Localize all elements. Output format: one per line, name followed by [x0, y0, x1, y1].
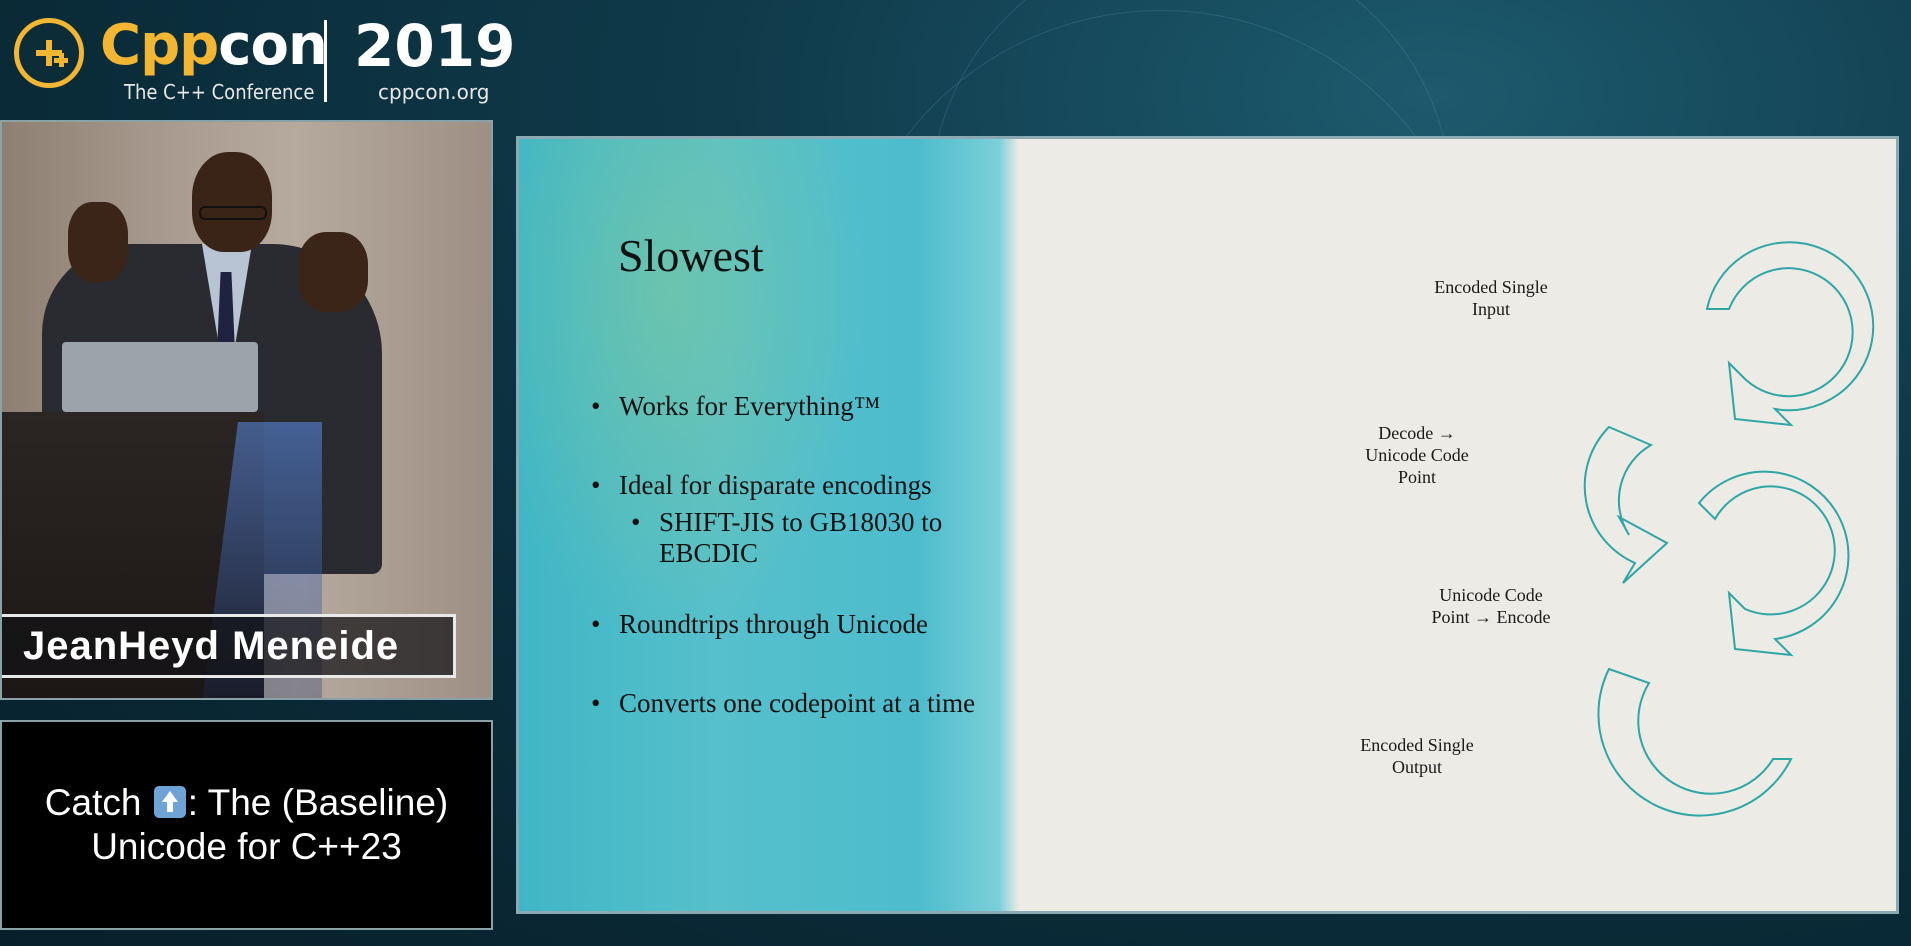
cycle-arrow-2 [1583, 425, 1669, 584]
cppcon-logo-icon [14, 18, 84, 88]
up-arrow-icon [153, 786, 186, 818]
cycle-arrow-3 [1697, 470, 1850, 657]
brand-con: con [218, 13, 328, 78]
brand-name: Cppcon [100, 13, 328, 78]
step-label-4: Encoded Single Output [1360, 735, 1473, 777]
talk-title: Catch : The (Baseline) Unicode for C++23 [0, 720, 493, 930]
step-label-3: Unicode Code Point → Encode [1432, 585, 1551, 627]
cycle-arrow-4 [1597, 667, 1793, 817]
cycle-arrow-1 [1705, 241, 1875, 427]
cycle-arrows [1583, 241, 1875, 817]
conversion-cycle-diagram: Encoded Single Input Decode → Unicode Code… [1360, 241, 1875, 817]
step-label-1: Encoded Single Input [1434, 277, 1547, 319]
cycle-labels: Encoded Single Input Decode → Unicode Code… [1360, 277, 1550, 777]
talk-title-line1-start: Catch [44, 782, 152, 823]
conference-site: cppcon.org [378, 80, 490, 104]
cppcon-logo: Cppcon The C++ Conference 2019 cppcon.or… [14, 13, 515, 104]
speaker-hand [68, 202, 128, 282]
talk-title-line2: Unicode for C++23 [91, 826, 402, 867]
step-label-2: Decode → Unicode Code Point [1365, 423, 1468, 487]
conference-year: 2019 [354, 12, 516, 80]
talk-title-line1-end: : The (Baseline) [187, 782, 449, 823]
speaker-hand [298, 232, 368, 312]
speaker-video: JeanHeyd Meneide [0, 120, 493, 700]
brand-tagline: The C++ Conference [124, 80, 315, 104]
presentation-slide: Slowest Works for Everything™ Ideal for … [516, 136, 1899, 914]
speaker-head [192, 152, 272, 252]
header-divider [324, 20, 327, 102]
laptop [62, 342, 258, 412]
speaker-name: JeanHeyd Meneide [2, 614, 456, 678]
brand-cpp: Cpp [100, 13, 219, 78]
